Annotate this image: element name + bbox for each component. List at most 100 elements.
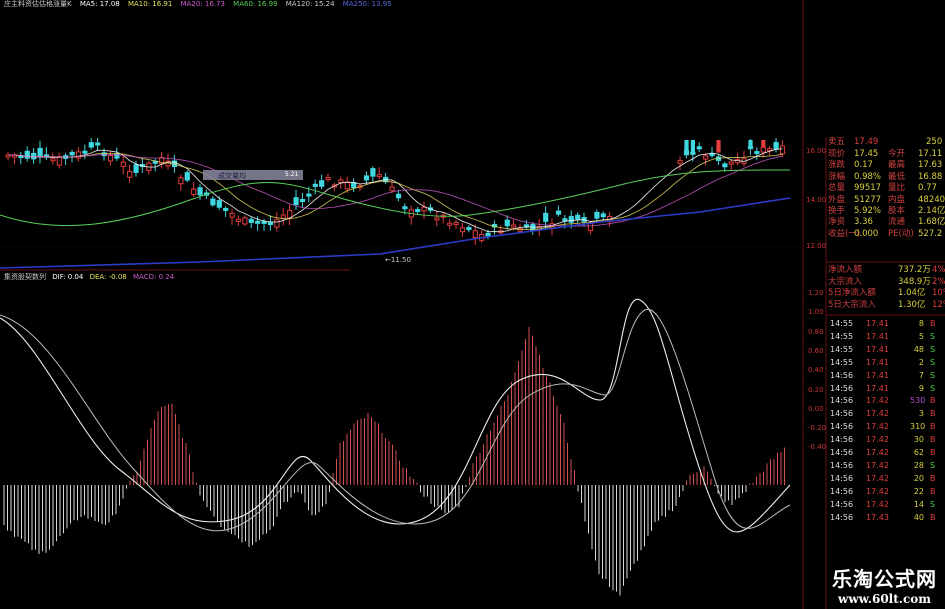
tick-row[interactable]: 14:55 17.41 8 B [826, 318, 945, 330]
flow-percent: 12% [932, 299, 945, 310]
candle-body [543, 212, 549, 222]
candle-body [773, 141, 779, 150]
candle-body [677, 160, 683, 164]
quote-row: 涨跌 0.17 最高 17.63 [826, 160, 945, 171]
tick-row[interactable]: 14:56 17.42 30 B [826, 434, 945, 446]
tick-volume: 48 [913, 344, 924, 354]
macd-axis-label: 0.80 [808, 327, 824, 336]
quote-value: 0.98% [854, 171, 882, 182]
macd-header: 集资股契数列 DIF: 0.04 DEA: -0.08 MACD: 0.24 [4, 272, 178, 282]
flow-label: 净流入额 [828, 265, 863, 275]
candle-body [267, 222, 274, 226]
tick-row[interactable]: 14:56 17.42 22 B [826, 486, 945, 498]
tick-row[interactable]: 14:56 17.41 9 S [826, 383, 945, 395]
candle-body [690, 140, 695, 155]
candle-body [235, 218, 242, 222]
tick-volume: 2 [918, 357, 924, 367]
tick-row[interactable]: 14:56 17.42 20 B [826, 473, 945, 485]
tick-row[interactable]: 14:56 17.42 310 B [826, 421, 945, 433]
tick-time: 14:55 [830, 319, 854, 328]
candle-body [306, 193, 312, 197]
quote-row: 现价 17.45 今开 17.11 [826, 149, 945, 160]
quote-label: 涨幅 [828, 171, 846, 182]
candle-body [709, 153, 715, 157]
dea-value: DEA: -0.08 [89, 273, 127, 281]
flow-value: 348.9万 [898, 276, 931, 287]
candle-body [523, 224, 530, 228]
macd-chart[interactable] [0, 299, 791, 596]
watermark-title: 乐淘公式网 [832, 567, 937, 591]
tick-side: S [930, 370, 936, 380]
tick-row[interactable]: 14:56 17.42 530 B [826, 395, 945, 407]
candle-body [37, 147, 43, 157]
candle-body [133, 164, 139, 173]
quote-value: 99517 [854, 183, 882, 194]
tick-row[interactable]: 14:56 17.43 40 B [826, 512, 945, 524]
quote-label: 最高 [888, 160, 906, 171]
quote-row: 涨幅 0.98% 最低 16.88 [826, 172, 945, 183]
quote-label: 内盘 [888, 194, 906, 205]
candle-body [376, 174, 382, 178]
tick-row[interactable]: 14:56 17.41 7 S [826, 370, 945, 382]
candle-body [472, 230, 478, 239]
candle-body [178, 177, 184, 185]
tick-time: 14:56 [830, 435, 854, 445]
quote-value: 0.77 [918, 183, 937, 194]
ma10-value: MA10: 16.91 [127, 0, 173, 8]
tick-time: 14:56 [830, 422, 854, 432]
tick-side: B [930, 396, 936, 406]
candle-body [568, 216, 574, 223]
quote-value: 16.88 [918, 171, 943, 182]
quote-value: 17.45 [854, 149, 879, 159]
ma5-value: MA5: 17.08 [79, 0, 120, 8]
candle-body [82, 150, 88, 154]
tick-time: 14:55 [830, 331, 854, 341]
candle-body [447, 222, 453, 226]
quote-label: 总量 [828, 183, 846, 194]
tick-price: 17.41 [866, 344, 889, 354]
tick-time: 14:56 [830, 370, 854, 380]
quote-value: 0.17 [854, 160, 873, 171]
tick-row[interactable]: 14:56 17.42 28 S [826, 460, 945, 472]
tick-volume: 9 [918, 383, 924, 393]
candle-body [56, 156, 62, 166]
candle-body [728, 161, 734, 165]
tick-time: 14:56 [830, 396, 854, 406]
quote-label: 流通 [888, 217, 906, 228]
quote-value: 527.2 [918, 228, 943, 239]
flow-label: 5日大宗流入 [828, 299, 876, 310]
tick-row[interactable]: 14:56 17.42 62 B [826, 447, 945, 459]
candle-body [299, 198, 306, 202]
macd-axis-label: -0.40 [808, 443, 827, 452]
flow-value: 737.2万 [898, 265, 931, 275]
tick-row[interactable]: 14:55 17.41 48 S [826, 344, 945, 356]
tick-row[interactable]: 14:56 17.42 3 B [826, 408, 945, 420]
candle-body [50, 158, 56, 162]
tick-time: 14:56 [830, 512, 854, 522]
candle-body [127, 170, 133, 178]
candle-body [338, 179, 344, 183]
candle-body [248, 218, 254, 223]
tick-volume: 8 [918, 319, 924, 328]
quote-label: 净资 [828, 217, 846, 228]
capital-flow-row: 5日大宗流入 1.30亿 12% [826, 300, 945, 311]
quote-label: 换手 [828, 206, 846, 216]
tick-side: S [930, 331, 936, 341]
candle-body [716, 140, 721, 153]
quote-label: PE(动) [888, 228, 914, 239]
candle-body [485, 232, 491, 237]
tick-side: B [930, 512, 936, 522]
candle-body [261, 220, 267, 224]
tick-row[interactable]: 14:56 17.42 14 S [826, 499, 945, 511]
quote-value: 3.36 [854, 217, 873, 228]
macd-axis-label: 1.20 [808, 289, 824, 297]
tick-row[interactable]: 14:55 17.41 5 S [826, 331, 945, 343]
tick-row[interactable]: 14:55 17.41 2 S [826, 357, 945, 369]
tick-side: B [930, 422, 936, 432]
tick-side: S [930, 344, 936, 354]
candle-body [575, 214, 581, 220]
quote-value: 17.11 [918, 149, 943, 159]
price-chart[interactable]: 成交量均 ←11.50 5.21 [0, 138, 791, 269]
candle-body [223, 207, 229, 211]
macd-axis-label: 0.40 [808, 366, 824, 375]
